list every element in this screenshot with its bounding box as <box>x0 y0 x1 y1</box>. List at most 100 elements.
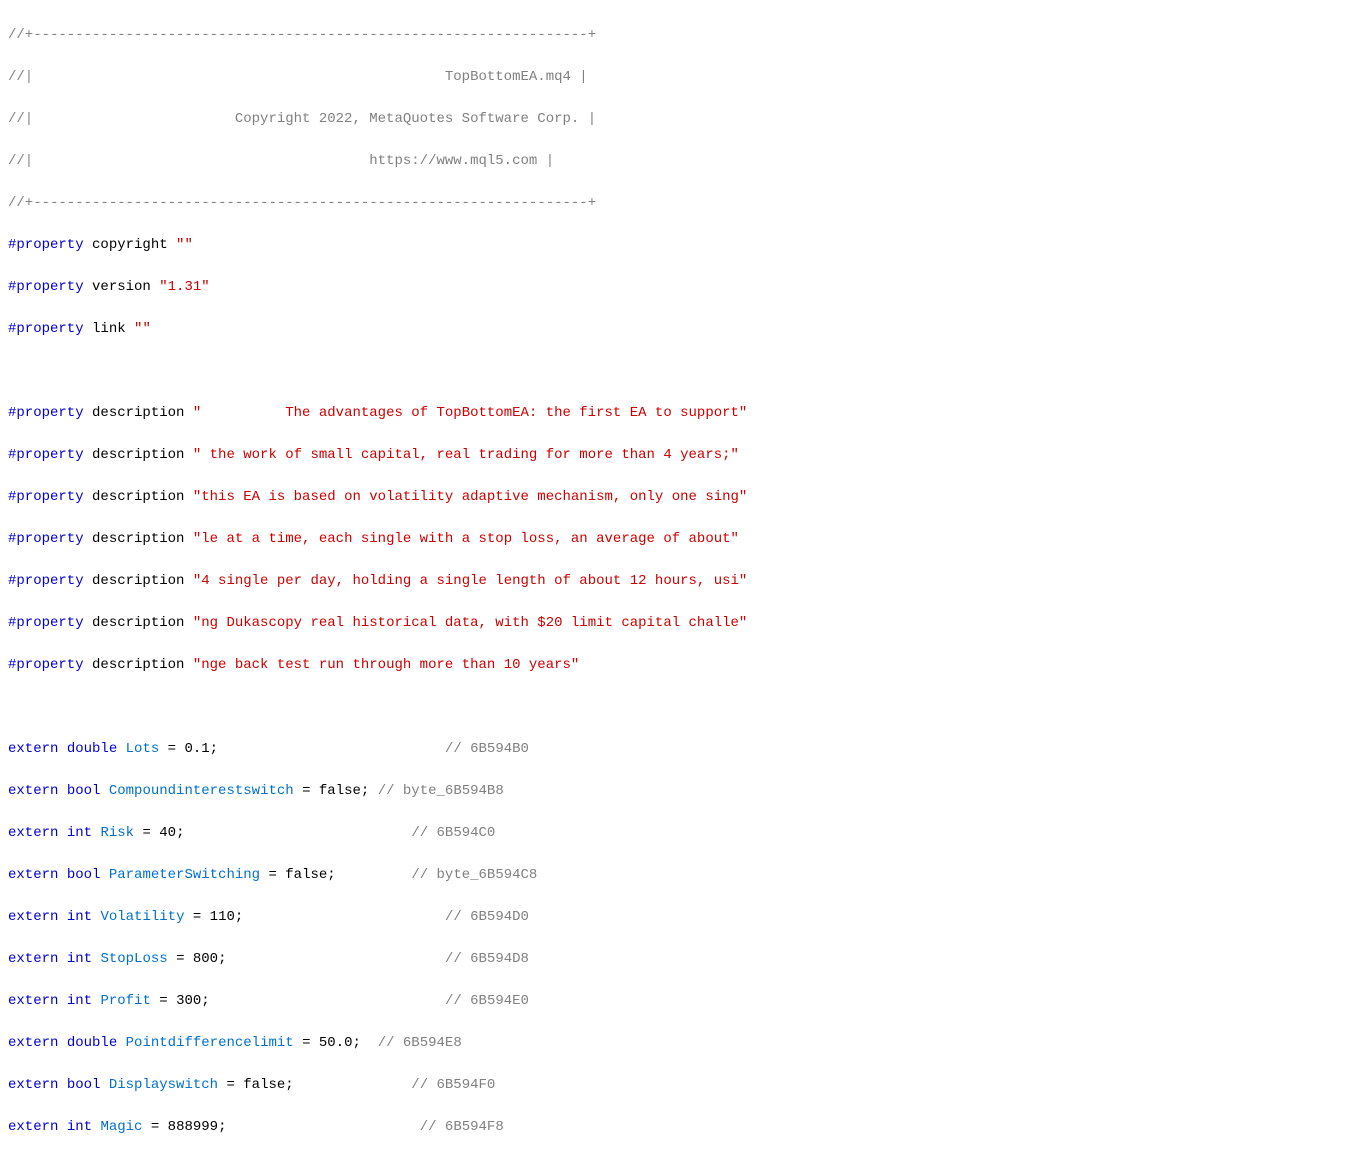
desc-keyword-7: #property <box>8 657 84 673</box>
extern-type-9: bool <box>67 1077 101 1093</box>
extern-space-9 <box>58 1077 66 1093</box>
extern-comment-6: // 6B594D8 <box>445 951 529 967</box>
extern-type-6: int <box>67 951 92 967</box>
extern-assign-1: = 0.1; <box>159 741 445 757</box>
header-line-1: //+-------------------------------------… <box>8 27 596 43</box>
extern-var-7: Profit <box>100 993 150 1009</box>
desc-keyword-5: #property <box>8 573 84 589</box>
extern-comment-5: // 6B594D0 <box>445 909 529 925</box>
extern-space2-8 <box>117 1035 125 1051</box>
desc-name-6: description <box>84 615 193 631</box>
extern-comment-4: // byte_6B594C8 <box>411 867 537 883</box>
property-keyword-3: #property <box>8 321 84 337</box>
extern-var-1: Lots <box>126 741 160 757</box>
extern-assign-8: = 50.0; <box>294 1035 378 1051</box>
extern-assign-5: = 110; <box>184 909 444 925</box>
extern-assign-10: = 888999; <box>142 1119 419 1135</box>
desc-value-1: " The advantages of TopBottomEA: the fir… <box>193 405 748 421</box>
extern-space-5 <box>58 909 66 925</box>
extern-var-6: StopLoss <box>100 951 167 967</box>
extern-space-10 <box>58 1119 66 1135</box>
desc-value-4: "le at a time, each single with a stop l… <box>193 531 739 547</box>
extern-var-3: Risk <box>100 825 134 841</box>
extern-type-1: double <box>67 741 117 757</box>
extern-var-5: Volatility <box>100 909 184 925</box>
desc-value-6: "ng Dukascopy real historical data, with… <box>193 615 748 631</box>
property-keyword-2: #property <box>8 279 84 295</box>
extern-assign-7: = 300; <box>151 993 445 1009</box>
extern-space2-9 <box>100 1077 108 1093</box>
property-value-2: "1.31" <box>159 279 209 295</box>
code-container: //+-------------------------------------… <box>0 0 1349 1154</box>
extern-keyword-6: extern <box>8 951 58 967</box>
extern-comment-2: // byte_6B594B8 <box>378 783 504 799</box>
property-name-3: link <box>84 321 134 337</box>
desc-keyword-3: #property <box>8 489 84 505</box>
extern-type-10: int <box>67 1119 92 1135</box>
extern-space-2 <box>58 783 66 799</box>
desc-keyword-6: #property <box>8 615 84 631</box>
extern-comment-3: // 6B594C0 <box>411 825 495 841</box>
extern-type-5: int <box>67 909 92 925</box>
extern-type-2: bool <box>67 783 101 799</box>
desc-value-5: "4 single per day, holding a single leng… <box>193 573 748 589</box>
extern-var-8: Pointdifferencelimit <box>126 1035 294 1051</box>
header-line-5: //+-------------------------------------… <box>8 195 596 211</box>
extern-comment-10: // 6B594F8 <box>420 1119 504 1135</box>
extern-keyword-7: extern <box>8 993 58 1009</box>
desc-name-5: description <box>84 573 193 589</box>
property-keyword-1: #property <box>8 237 84 253</box>
extern-space2-1 <box>117 741 125 757</box>
extern-keyword-8: extern <box>8 1035 58 1051</box>
desc-keyword-1: #property <box>8 405 84 421</box>
extern-space2-6 <box>92 951 100 967</box>
extern-type-8: double <box>67 1035 117 1051</box>
extern-var-2: Compoundinterestswitch <box>109 783 294 799</box>
extern-comment-9: // 6B594F0 <box>411 1077 495 1093</box>
extern-assign-4: = false; <box>260 867 411 883</box>
desc-name-4: description <box>84 531 193 547</box>
header-line-2: //| TopBottomEA.mq4 | <box>8 69 588 85</box>
header-line-4: //| https://www.mql5.com | <box>8 153 554 169</box>
extern-space-8 <box>58 1035 66 1051</box>
extern-space2-4 <box>100 867 108 883</box>
extern-space2-3 <box>92 825 100 841</box>
extern-space2-7 <box>92 993 100 1009</box>
extern-type-4: bool <box>67 867 101 883</box>
extern-keyword-3: extern <box>8 825 58 841</box>
extern-type-3: int <box>67 825 92 841</box>
extern-comment-1: // 6B594B0 <box>445 741 529 757</box>
extern-keyword-2: extern <box>8 783 58 799</box>
extern-var-9: Displayswitch <box>109 1077 218 1093</box>
extern-keyword-9: extern <box>8 1077 58 1093</box>
desc-value-2: " the work of small capital, real tradin… <box>193 447 739 463</box>
desc-value-3: "this EA is based on volatility adaptive… <box>193 489 748 505</box>
property-name-1: copyright <box>84 237 176 253</box>
extern-space-4 <box>58 867 66 883</box>
desc-keyword-2: #property <box>8 447 84 463</box>
extern-var-10: Magic <box>100 1119 142 1135</box>
extern-type-7: int <box>67 993 92 1009</box>
extern-comment-8: // 6B594E8 <box>378 1035 462 1051</box>
extern-space2-2 <box>100 783 108 799</box>
desc-name-3: description <box>84 489 193 505</box>
extern-space2-10 <box>92 1119 100 1135</box>
desc-value-7: "nge back test run through more than 10 … <box>193 657 579 673</box>
extern-space-7 <box>58 993 66 1009</box>
property-value-3: "" <box>134 321 151 337</box>
header-line-3: //| Copyright 2022, MetaQuotes Software … <box>8 111 596 127</box>
extern-var-4: ParameterSwitching <box>109 867 260 883</box>
extern-keyword-1: extern <box>8 741 58 757</box>
extern-assign-3: = 40; <box>134 825 411 841</box>
extern-space2-5 <box>92 909 100 925</box>
extern-keyword-5: extern <box>8 909 58 925</box>
extern-assign-6: = 800; <box>168 951 445 967</box>
extern-space-3 <box>58 825 66 841</box>
extern-space-6 <box>58 951 66 967</box>
property-value-1: "" <box>176 237 193 253</box>
property-name-2: version <box>84 279 160 295</box>
extern-space-1 <box>58 741 66 757</box>
desc-name-7: description <box>84 657 193 673</box>
desc-name-1: description <box>84 405 193 421</box>
extern-assign-9: = false; <box>218 1077 411 1093</box>
